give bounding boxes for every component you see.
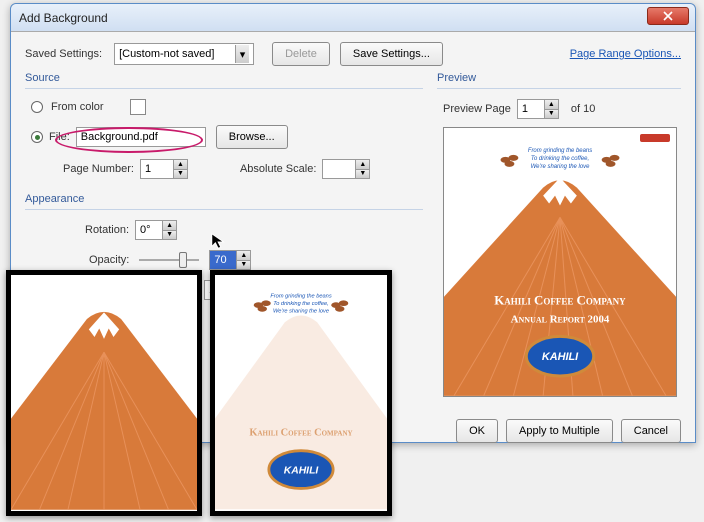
dialog-title: Add Background: [19, 11, 108, 25]
page-number-input[interactable]: [140, 159, 174, 179]
title-bar[interactable]: Add Background: [11, 4, 695, 32]
spin-down-icon[interactable]: ▼: [545, 110, 558, 119]
opacity-input[interactable]: [209, 250, 237, 270]
svg-text:From grinding the beans: From grinding the beans: [270, 294, 331, 300]
saved-settings-label: Saved Settings:: [25, 48, 102, 60]
beans-icon-left: [501, 155, 519, 167]
badge-text: KAHILI: [542, 351, 579, 363]
spin-down-icon[interactable]: ▼: [356, 170, 369, 179]
page-number-spinner[interactable]: ▲▼: [140, 159, 188, 179]
source-group: Source From color File: Browse...: [25, 72, 423, 185]
spin-up-icon[interactable]: ▲: [237, 251, 250, 261]
saved-settings-combo[interactable]: [Custom-not saved] ▾: [114, 43, 254, 65]
spin-down-icon[interactable]: ▼: [237, 261, 250, 270]
slogan-line-1: From grinding the beans: [528, 148, 592, 154]
preview-of-label: of 10: [571, 103, 595, 115]
slogan-line-3: We're sharing the love: [531, 164, 590, 170]
file-radio[interactable]: [31, 131, 43, 143]
preview-group-title: Preview: [437, 72, 681, 84]
spin-up-icon[interactable]: ▲: [545, 100, 558, 110]
ok-button[interactable]: OK: [456, 419, 498, 443]
from-color-label: From color: [51, 101, 104, 113]
doc-title: Kahili Coffee Company: [494, 294, 626, 308]
absolute-scale-spinner[interactable]: ▲▼: [322, 159, 370, 179]
absolute-scale-label: Absolute Scale:: [240, 163, 316, 175]
opacity-label: Opacity:: [89, 254, 129, 266]
preview-thumbnail: From grinding the beans To drinking the …: [443, 127, 677, 397]
slogan-line-2: To drinking the coffee,: [531, 156, 589, 162]
preview-page-label: Preview Page: [443, 103, 511, 115]
page-range-options-link[interactable]: Page Range Options...: [570, 48, 681, 60]
doc-subtitle: Annual Report 2004: [511, 313, 610, 325]
spin-up-icon[interactable]: ▲: [174, 160, 187, 170]
spin-up-icon[interactable]: ▲: [163, 221, 176, 231]
delete-button[interactable]: Delete: [272, 42, 330, 66]
preview-page-spinner[interactable]: ▲▼: [517, 99, 559, 119]
spin-down-icon[interactable]: ▼: [163, 231, 176, 240]
apply-multiple-button[interactable]: Apply to Multiple: [506, 419, 613, 443]
comparison-thumbnail-applied: From grinding the beans To drinking the …: [210, 270, 392, 516]
browse-button[interactable]: Browse...: [216, 125, 288, 149]
source-group-title: Source: [25, 72, 423, 84]
beans-icon-right: [602, 155, 620, 167]
opacity-slider[interactable]: [139, 259, 199, 261]
opacity-spinner[interactable]: ▲▼: [209, 250, 251, 270]
close-button[interactable]: [647, 7, 689, 25]
saved-settings-value: [Custom-not saved]: [119, 48, 214, 60]
preview-graphic: From grinding the beans To drinking the …: [444, 128, 676, 396]
comparison-thumbnail-full: [6, 270, 202, 516]
preview-page-input[interactable]: [517, 99, 545, 119]
svg-text:Kahili Coffee Company: Kahili Coffee Company: [249, 428, 352, 439]
file-input[interactable]: [76, 127, 206, 147]
slider-thumb[interactable]: [179, 252, 187, 268]
absolute-scale-input[interactable]: [322, 159, 356, 179]
chevron-down-icon: ▾: [235, 45, 249, 63]
cancel-button[interactable]: Cancel: [621, 419, 681, 443]
rotation-label: Rotation:: [85, 224, 129, 236]
rotation-input[interactable]: [135, 220, 163, 240]
svg-text:KAHILI: KAHILI: [284, 465, 320, 476]
page-number-label: Page Number:: [63, 163, 134, 175]
svg-text:We're sharing the love: We're sharing the love: [273, 309, 329, 315]
color-swatch[interactable]: [130, 99, 146, 115]
from-color-radio[interactable]: [31, 101, 43, 113]
svg-text:To drinking the coffee,: To drinking the coffee,: [273, 301, 328, 307]
rotation-spinner[interactable]: ▲▼: [135, 220, 177, 240]
spin-down-icon[interactable]: ▼: [174, 170, 187, 179]
preview-group: Preview Preview Page ▲▼ of 10: [437, 72, 681, 403]
spin-up-icon[interactable]: ▲: [356, 160, 369, 170]
save-settings-button[interactable]: Save Settings...: [340, 42, 443, 66]
appearance-group-title: Appearance: [25, 193, 423, 205]
file-label: File:: [49, 131, 70, 143]
